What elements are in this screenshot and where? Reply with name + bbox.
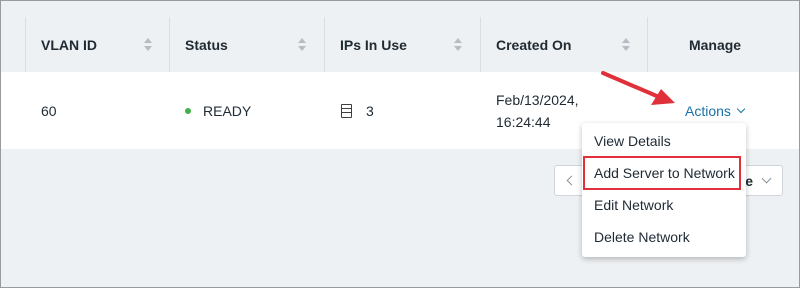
vlan-id-value: 60 [41,102,57,119]
column-header-label: Manage [688,36,742,53]
sort-icon[interactable] [298,38,306,52]
page-size-label: e [745,172,753,189]
chevron-down-icon [761,173,772,184]
status-value: READY [203,102,252,119]
table-header: VLAN ID Status IPs In Use Created On Man… [1,17,799,72]
column-header-label: VLAN ID [41,36,97,53]
status-dot-icon [185,107,191,114]
ips-in-use-cell: 3 [341,72,374,149]
sort-icon[interactable] [454,38,462,52]
column-header-status[interactable]: Status [169,17,324,72]
sort-icon[interactable] [622,38,630,52]
actions-menu: View Details Add Server to Network Edit … [582,123,746,257]
menu-item-view-details[interactable]: View Details [582,125,746,157]
created-on-time: 16:24:44 [496,113,551,130]
chevron-left-icon [566,175,577,186]
created-on-cell: Feb/13/2024, 16:24:44 [496,72,579,149]
actions-label: Actions [685,102,731,119]
menu-item-label: Add Server to Network [594,165,735,181]
status-cell: READY [185,72,251,149]
column-header-label: Status [185,36,228,53]
menu-item-add-server-to-network[interactable]: Add Server to Network [583,156,741,190]
ips-in-use-value: 3 [366,102,374,119]
server-icon [341,103,352,118]
column-header-manage: Manage [647,17,783,72]
vlan-id-cell: 60 [41,72,57,149]
column-header-vlan-id[interactable]: VLAN ID [25,17,169,72]
menu-item-label: Edit Network [594,197,674,213]
page-frame: VLAN ID Status IPs In Use Created On Man… [0,0,800,288]
menu-item-edit-network[interactable]: Edit Network [582,189,746,221]
menu-item-label: View Details [594,133,671,149]
annotation-arrow-icon [601,71,675,105]
column-header-label: IPs In Use [340,36,407,53]
actions-dropdown-button[interactable]: Actions [685,102,746,119]
menu-item-label: Delete Network [594,229,690,245]
created-on-date: Feb/13/2024, [496,91,579,108]
column-header-label: Created On [496,36,572,53]
column-header-created-on[interactable]: Created On [480,17,647,72]
chevron-down-icon [736,104,746,113]
sort-icon[interactable] [144,38,152,52]
column-header-ips-in-use[interactable]: IPs In Use [324,17,480,72]
menu-item-delete-network[interactable]: Delete Network [582,221,746,253]
